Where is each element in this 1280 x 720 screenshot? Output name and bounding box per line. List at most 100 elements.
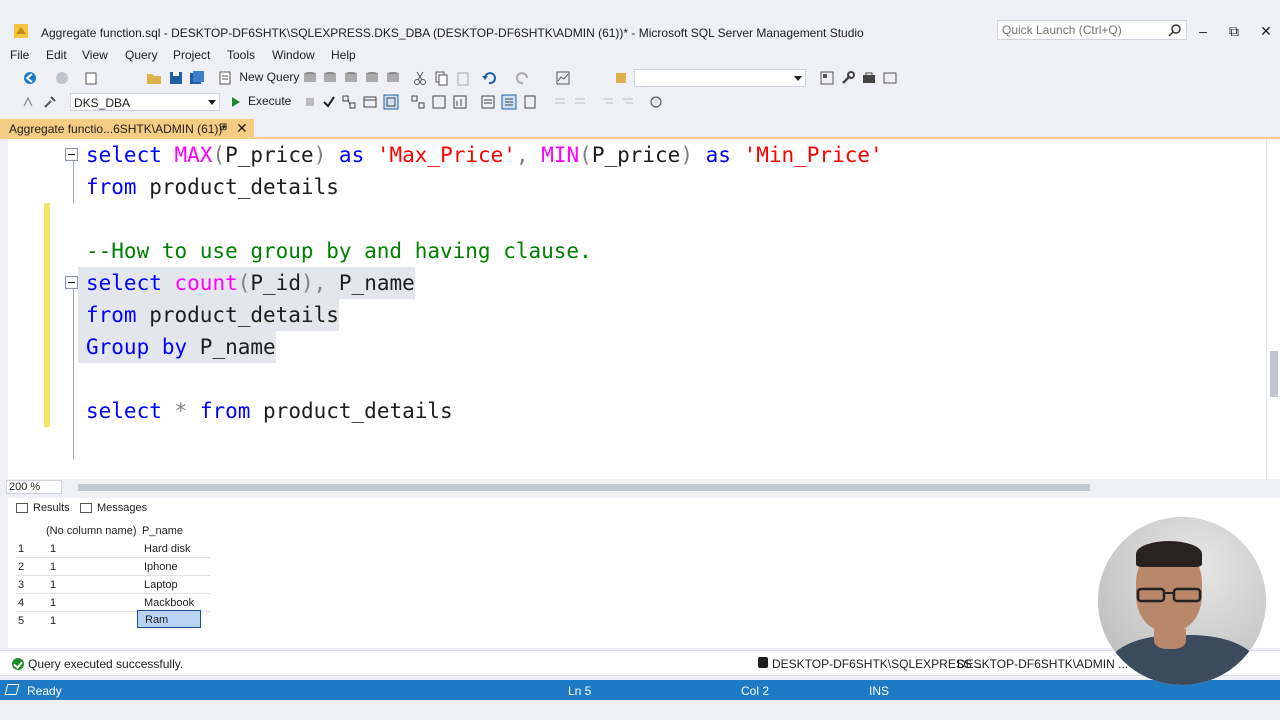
fold-line <box>73 289 74 459</box>
new-query-button[interactable]: New Query <box>218 70 299 85</box>
count-cell[interactable]: 1 <box>50 594 56 612</box>
undo-icon[interactable] <box>481 70 497 86</box>
code-line[interactable]: --How to use group by and having clause. <box>78 235 592 267</box>
save-all-icon[interactable] <box>189 70 205 86</box>
row-number[interactable]: 3 <box>18 576 24 594</box>
menu-project[interactable]: Project <box>173 48 210 62</box>
code-token: 'Min_Price' <box>743 143 883 167</box>
specify-template-values-icon[interactable] <box>648 94 664 110</box>
results-to-text-icon[interactable] <box>480 94 496 110</box>
collapse-icon[interactable] <box>65 276 78 289</box>
zoom-combo[interactable]: 200 % <box>6 480 62 494</box>
database-query-icon[interactable] <box>302 70 318 86</box>
cut-icon[interactable] <box>412 70 428 86</box>
menu-file[interactable]: File <box>10 48 29 62</box>
display-estimated-plan-icon[interactable] <box>341 94 357 110</box>
code-line[interactable]: select count(P_id), P_name <box>78 267 415 299</box>
query-editor[interactable]: select MAX(P_price) as 'Max_Price', MIN(… <box>0 139 1280 479</box>
quick-launch[interactable] <box>997 20 1187 40</box>
back-icon[interactable] <box>22 70 38 86</box>
change-connection-icon[interactable] <box>42 94 58 110</box>
menu-window[interactable]: Window <box>272 48 315 62</box>
connect-icon[interactable] <box>20 94 36 110</box>
dmx-query-icon[interactable] <box>343 70 359 86</box>
row-number[interactable]: 4 <box>18 594 24 612</box>
execute-button[interactable]: Execute <box>232 94 291 108</box>
document-tab[interactable]: Aggregate functio...6SHTK\ADMIN (61))* ⊞… <box>0 119 254 139</box>
webcam-overlay <box>1098 517 1266 685</box>
query-options-icon[interactable] <box>362 94 378 110</box>
collapse-icon[interactable] <box>65 148 78 161</box>
solution-icon[interactable] <box>613 70 629 86</box>
menu-edit[interactable]: Edit <box>46 48 67 62</box>
increase-indent-icon[interactable] <box>620 94 636 110</box>
results-tab[interactable]: Results <box>16 502 70 520</box>
code-line[interactable]: select * from product_details <box>78 395 453 427</box>
redo-icon[interactable] <box>515 70 531 86</box>
close-tab-icon[interactable]: ✕ <box>236 120 248 137</box>
output-window-icon[interactable] <box>882 70 898 86</box>
cancel-query-icon[interactable] <box>302 94 318 110</box>
count-cell[interactable]: 1 <box>50 576 56 594</box>
code-line[interactable]: from product_details <box>78 171 339 203</box>
open-file-icon[interactable] <box>146 70 162 86</box>
code-line[interactable] <box>78 203 86 235</box>
document-tab-label: Aggregate functio...6SHTK\ADMIN (61))* <box>9 122 228 136</box>
intellisense-icon[interactable] <box>383 94 399 110</box>
xmla-query-icon[interactable] <box>364 70 380 86</box>
search-icon[interactable] <box>1168 23 1182 37</box>
row-number[interactable]: 1 <box>18 540 24 558</box>
row-number[interactable]: 5 <box>18 612 24 630</box>
activity-monitor-icon[interactable] <box>555 70 571 86</box>
code-token: P_id <box>250 271 301 295</box>
include-actual-plan-icon[interactable] <box>410 94 426 110</box>
menu-tools[interactable]: Tools <box>227 48 255 62</box>
name-cell[interactable]: Iphone <box>144 558 178 576</box>
menu-help[interactable]: Help <box>331 48 356 62</box>
code-line[interactable]: Group by P_name <box>78 331 276 363</box>
menu-query[interactable]: Query <box>125 48 158 62</box>
paste-icon[interactable] <box>455 70 471 86</box>
column-header[interactable]: P_name <box>142 522 183 540</box>
copy-icon[interactable] <box>433 70 449 86</box>
minimize-button[interactable]: – <box>1193 22 1213 40</box>
close-window-button[interactable]: ✕ <box>1256 22 1276 40</box>
messages-tab[interactable]: Messages <box>80 502 147 520</box>
count-cell[interactable]: 1 <box>50 540 56 558</box>
new-project-icon[interactable] <box>84 70 100 86</box>
results-to-grid-icon[interactable] <box>501 94 517 110</box>
editor-vertical-scrollbar[interactable] <box>1266 139 1280 479</box>
parse-checkmark-icon[interactable] <box>321 94 337 110</box>
horizontal-scroll-thumb[interactable] <box>78 484 1090 491</box>
column-header[interactable]: (No column name) <box>46 522 136 540</box>
template-explorer-icon[interactable] <box>819 70 835 86</box>
database-selector[interactable]: DKS_DBA <box>70 93 220 111</box>
forward-icon[interactable] <box>54 70 70 86</box>
decrease-indent-icon[interactable] <box>600 94 616 110</box>
save-icon[interactable] <box>168 70 184 86</box>
mdx-query-icon[interactable] <box>322 70 338 86</box>
comment-out-icon[interactable] <box>552 94 568 110</box>
uncomment-icon[interactable] <box>572 94 588 110</box>
code-line[interactable]: from product_details <box>78 299 339 331</box>
restore-button[interactable]: ⧉ <box>1224 22 1244 40</box>
solution-config-combo[interactable] <box>634 69 806 87</box>
pin-icon[interactable]: ⊞ <box>219 122 227 133</box>
count-cell[interactable]: 1 <box>50 558 56 576</box>
client-statistics-icon[interactable] <box>452 94 468 110</box>
properties-wrench-icon[interactable] <box>840 70 856 86</box>
scroll-thumb[interactable] <box>1270 351 1278 397</box>
row-number[interactable]: 2 <box>18 558 24 576</box>
toolbox-icon[interactable] <box>861 70 877 86</box>
count-cell[interactable]: 1 <box>50 612 56 630</box>
dax-query-icon[interactable] <box>385 70 401 86</box>
quick-launch-input[interactable] <box>998 21 1158 39</box>
menu-view[interactable]: View <box>82 48 108 62</box>
live-query-stats-icon[interactable] <box>431 94 447 110</box>
code-line[interactable]: select MAX(P_price) as 'Max_Price', MIN(… <box>78 139 883 171</box>
results-to-file-icon[interactable] <box>522 94 538 110</box>
name-cell[interactable]: Laptop <box>144 576 178 594</box>
name-cell-selected[interactable]: Ram <box>137 610 201 628</box>
code-line[interactable] <box>78 363 86 395</box>
name-cell[interactable]: Hard disk <box>144 540 190 558</box>
